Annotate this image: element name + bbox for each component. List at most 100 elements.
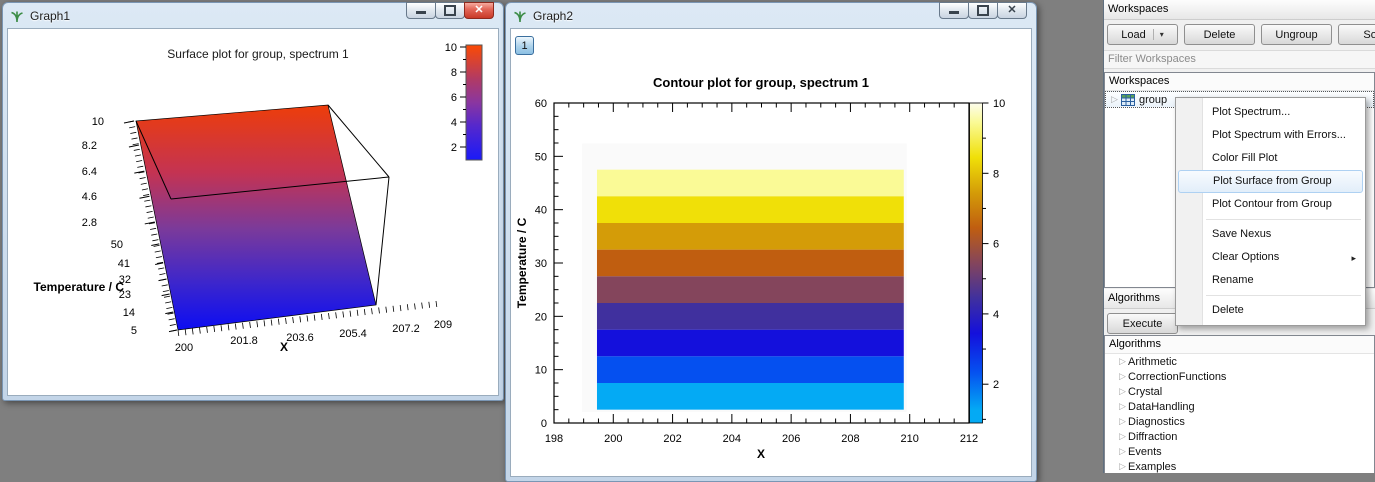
workspace-item-label: group [1139, 94, 1167, 106]
algorithm-category-diagnostics[interactable]: ▷Diagnostics [1105, 414, 1374, 429]
graph2-maximize-button[interactable] [968, 2, 998, 19]
algorithm-category-label: Crystal [1128, 386, 1162, 398]
graph1-close-button[interactable]: ✕ [464, 2, 494, 19]
svg-text:5: 5 [131, 325, 137, 337]
graph2-titlebar[interactable]: Graph2 ✕ [506, 3, 1036, 28]
menu-item-rename[interactable]: Rename [1176, 269, 1365, 292]
graph2-x-axis-label: X [757, 447, 765, 461]
graph2-window-title: Graph2 [533, 9, 573, 23]
execute-button[interactable]: Execute [1107, 313, 1178, 334]
workspaces-dock-title: Workspaces [1104, 0, 1375, 20]
graph1-titlebar[interactable]: Graph1 ✕ [3, 3, 503, 28]
expander-icon[interactable]: ▷ [1117, 401, 1128, 412]
svg-text:212: 212 [960, 433, 978, 445]
algorithm-category-diffraction[interactable]: ▷Diffraction [1105, 429, 1374, 444]
load-button[interactable]: Load ▾ [1107, 24, 1178, 45]
graph2-canvas[interactable]: 1 Contour plot for group, spectrum 1 198… [510, 28, 1032, 477]
menu-item-clear-options[interactable]: Clear Options▸ [1176, 246, 1365, 269]
sort-button[interactable]: Sort [1338, 24, 1375, 45]
graph2-y-axis-label: Temperature / C [515, 217, 529, 308]
menu-separator [1206, 295, 1361, 296]
svg-text:208: 208 [841, 433, 859, 445]
expander-icon[interactable]: ▷ [1117, 431, 1128, 442]
graph2-minimize-button[interactable] [939, 2, 969, 19]
colorbar-ticks: 246810 [983, 98, 1006, 419]
algorithm-category-examples[interactable]: ▷Examples [1105, 459, 1374, 473]
load-dropdown-icon[interactable]: ▾ [1153, 29, 1164, 40]
expander-icon[interactable]: ▷ [1117, 371, 1128, 382]
menu-item-save-nexus[interactable]: Save Nexus [1176, 223, 1365, 246]
svg-text:60: 60 [535, 98, 547, 110]
graph1-window[interactable]: Graph1 ✕ Surface plot for group, spec [2, 2, 504, 401]
svg-text:200: 200 [175, 342, 193, 354]
menu-item-color-fill-plot[interactable]: Color Fill Plot [1176, 147, 1365, 170]
workspaces-toolbar: Load ▾ Delete Ungroup Sort [1104, 20, 1375, 50]
graph2-colorbar [970, 103, 983, 423]
svg-text:4.6: 4.6 [82, 191, 97, 203]
svg-text:40: 40 [535, 205, 547, 217]
maximize-icon [444, 5, 456, 16]
contour-plot[interactable]: Contour plot for group, spectrum 1 19820… [510, 31, 1031, 477]
filter-workspaces-input[interactable]: Filter Workspaces [1104, 50, 1375, 69]
svg-text:2: 2 [993, 379, 999, 391]
svg-text:6.4: 6.4 [82, 166, 97, 178]
expander-icon[interactable]: ▷ [1109, 94, 1120, 105]
maximize-icon [977, 5, 989, 16]
svg-text:203.6: 203.6 [286, 332, 314, 344]
menu-item-plot-surface-from-group[interactable]: Plot Surface from Group [1178, 170, 1363, 193]
expander-icon[interactable]: ▷ [1117, 386, 1128, 397]
svg-text:4: 4 [993, 309, 999, 321]
svg-text:50: 50 [535, 151, 547, 163]
workspaces-tree-header: Workspaces [1105, 73, 1374, 91]
expander-icon[interactable]: ▷ [1117, 461, 1128, 472]
expander-icon[interactable]: ▷ [1117, 356, 1128, 367]
algorithm-category-datahandling[interactable]: ▷DataHandling [1105, 399, 1374, 414]
svg-text:8: 8 [451, 67, 457, 79]
expander-icon[interactable]: ▷ [1117, 446, 1128, 457]
ungroup-button[interactable]: Ungroup [1261, 24, 1332, 45]
svg-text:0: 0 [541, 418, 547, 430]
svg-text:50: 50 [111, 239, 123, 251]
menu-item-plot-spectrum[interactable]: Plot Spectrum... [1176, 101, 1365, 124]
menu-item-plot-spectrum-with-errors[interactable]: Plot Spectrum with Errors... [1176, 124, 1365, 147]
menu-item-plot-contour-from-group[interactable]: Plot Contour from Group [1176, 193, 1365, 216]
graph2-window[interactable]: Graph2 ✕ 1 Contour plot for group, spect… [505, 2, 1037, 482]
svg-text:209: 209 [434, 319, 452, 331]
svg-text:202: 202 [663, 433, 681, 445]
algorithm-category-events[interactable]: ▷Events [1105, 444, 1374, 459]
graph1-x-axis-label: X [280, 340, 288, 354]
algorithm-category-crystal[interactable]: ▷Crystal [1105, 384, 1374, 399]
svg-text:8.2: 8.2 [82, 140, 97, 152]
algorithm-category-label: Arithmetic [1128, 356, 1177, 368]
algorithm-category-label: Events [1128, 446, 1162, 458]
surface-plot[interactable]: Surface plot for group, spectrum 1 10864… [11, 32, 499, 396]
svg-text:205.4: 205.4 [339, 328, 367, 340]
svg-text:6: 6 [993, 239, 999, 251]
svg-text:2.8: 2.8 [82, 217, 97, 229]
load-button-label: Load [1121, 29, 1145, 41]
delete-button[interactable]: Delete [1184, 24, 1255, 45]
svg-text:14: 14 [123, 307, 135, 319]
svg-text:8: 8 [993, 168, 999, 180]
menu-separator [1206, 219, 1361, 220]
close-icon: ✕ [1007, 5, 1016, 16]
svg-text:200: 200 [604, 433, 622, 445]
minimize-icon [416, 11, 426, 14]
algorithm-category-arithmetic[interactable]: ▷Arithmetic [1105, 354, 1374, 369]
svg-text:201.8: 201.8 [230, 335, 258, 347]
svg-text:204: 204 [723, 433, 741, 445]
menu-item-delete[interactable]: Delete [1176, 299, 1365, 322]
expander-icon[interactable]: ▷ [1117, 416, 1128, 427]
algorithm-category-correctionfunctions[interactable]: ▷CorrectionFunctions [1105, 369, 1374, 384]
svg-text:30: 30 [535, 258, 547, 270]
algorithms-tree[interactable]: Algorithms ▷Arithmetic▷CorrectionFunctio… [1104, 335, 1375, 473]
graph2-layer-button[interactable]: 1 [515, 36, 534, 55]
minimize-icon [949, 11, 959, 14]
svg-text:4: 4 [451, 117, 457, 129]
graph1-maximize-button[interactable] [435, 2, 465, 19]
svg-text:206: 206 [782, 433, 800, 445]
close-icon: ✕ [474, 5, 483, 16]
graph2-close-button[interactable]: ✕ [997, 2, 1027, 19]
graph1-minimize-button[interactable] [406, 2, 436, 19]
graph1-canvas[interactable]: Surface plot for group, spectrum 1 10864… [7, 28, 499, 396]
